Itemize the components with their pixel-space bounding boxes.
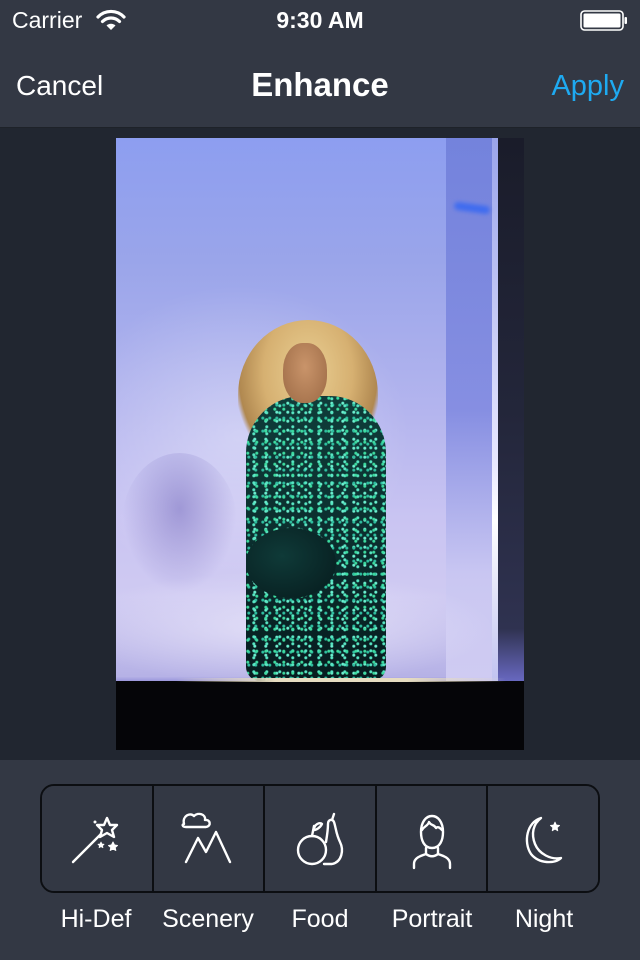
enhance-mode-selector xyxy=(40,784,600,893)
apply-button[interactable]: Apply xyxy=(551,70,624,103)
enhance-toolbar: Hi-Def Scenery Food Portrait Night xyxy=(0,760,640,960)
status-bar: Carrier 9:30 AM xyxy=(0,0,640,40)
magic-wand-icon xyxy=(71,816,118,863)
stage-floor xyxy=(116,681,524,750)
mode-label-hi-def: Hi-Def xyxy=(60,905,132,933)
mode-hi-def-button[interactable] xyxy=(42,786,154,891)
apple-pear-icon xyxy=(296,812,344,865)
mode-night-button[interactable] xyxy=(488,786,598,891)
moon-star-icon xyxy=(525,816,563,863)
navigation-bar: Cancel Enhance Apply xyxy=(0,40,640,128)
mode-food-button[interactable] xyxy=(265,786,377,891)
performer-knee xyxy=(246,528,336,598)
stage-edge xyxy=(176,678,506,682)
clock: 9:30 AM xyxy=(276,7,364,33)
battery-icon xyxy=(580,10,627,31)
performer-face xyxy=(283,343,327,403)
mode-label-night: Night xyxy=(514,905,574,933)
mode-scenery-button[interactable] xyxy=(153,786,266,891)
enhance-mode-labels: Hi-Def Scenery Food Portrait Night xyxy=(40,905,600,934)
cancel-button[interactable]: Cancel xyxy=(16,70,103,102)
photo-preview-area xyxy=(0,129,640,760)
mode-portrait-button[interactable] xyxy=(376,786,489,891)
mode-label-portrait: Portrait xyxy=(391,905,473,933)
mode-label-scenery: Scenery xyxy=(162,905,254,933)
photo-preview xyxy=(116,138,524,750)
mode-label-food: Food xyxy=(291,905,349,933)
person-icon xyxy=(412,814,451,869)
mountain-cloud-icon xyxy=(181,812,232,863)
